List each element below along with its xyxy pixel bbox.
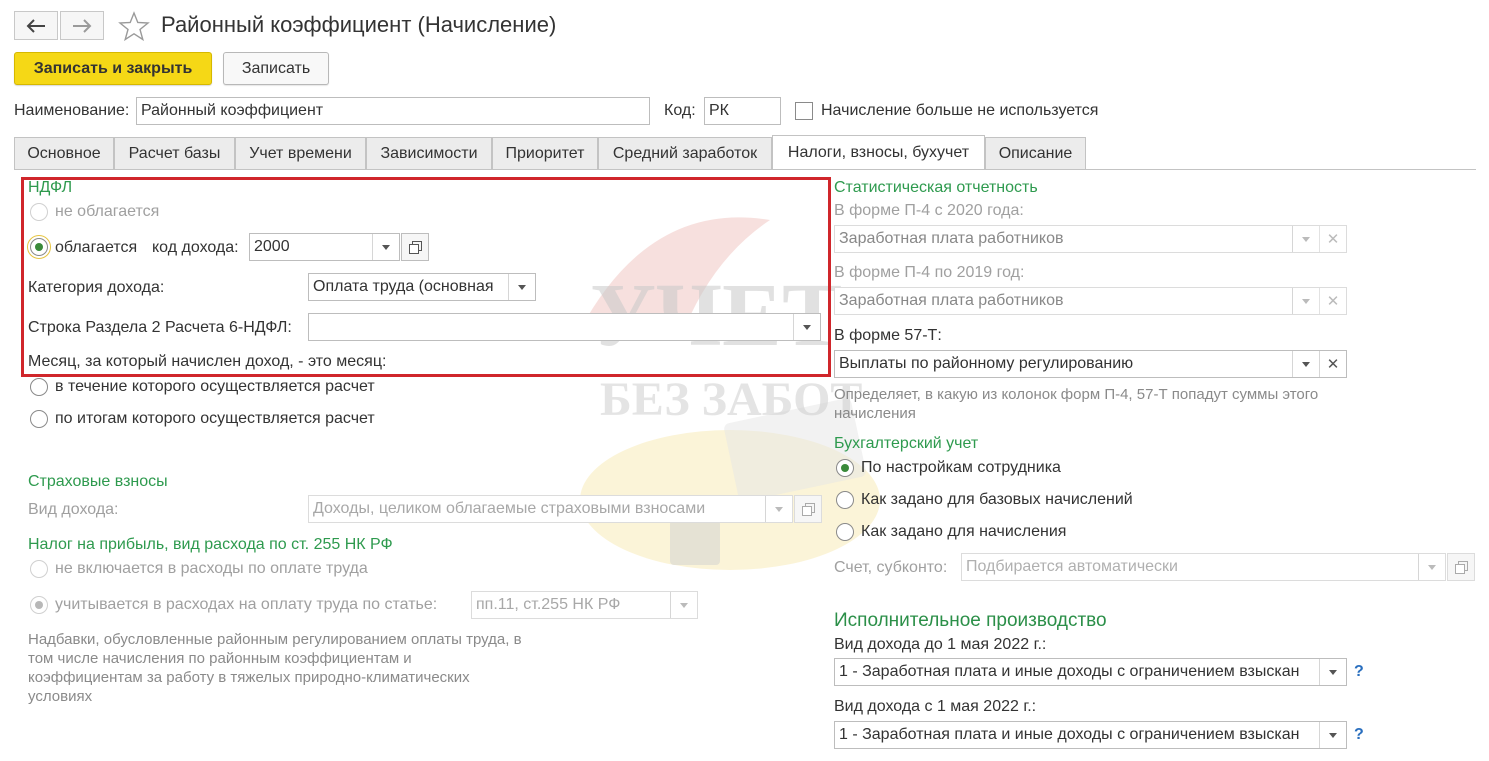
profit-tax-included-label: учитывается в расходах на оплату труда п… <box>55 596 438 613</box>
f57t-value: Выплаты по районному регулированию <box>839 355 1134 372</box>
month-option-result-radio[interactable] <box>30 410 48 428</box>
arrow-left-icon <box>26 18 45 33</box>
p4-2019-value: Заработная плата работников <box>839 292 1064 309</box>
insurance-section-title: Страховые взносы <box>28 473 168 490</box>
month-option-result-label: по итогам которого осуществляется расчет <box>55 410 375 427</box>
help-before-icon[interactable]: ? <box>1354 663 1364 681</box>
name-label: Наименование: <box>14 102 130 119</box>
open-insurance-income-button[interactable] <box>794 495 822 523</box>
name-value: Районный коэффициент <box>141 102 324 119</box>
enforcement-before-select[interactable]: 1 - Заработная плата и иные доходы с огр… <box>834 658 1347 686</box>
accounting-base-radio[interactable] <box>836 491 854 509</box>
profit-tax-excluded-label: не включается в расходы по оплате труда <box>55 560 368 577</box>
name-input[interactable]: Районный коэффициент <box>136 97 650 125</box>
p4-2019-select[interactable]: Заработная плата работников ✕ <box>834 287 1347 315</box>
code-label: Код: <box>664 102 696 119</box>
save-button[interactable]: Записать <box>223 52 329 85</box>
insurance-income-type-label: Вид дохода: <box>28 501 119 518</box>
save-and-close-button[interactable]: Записать и закрыть <box>14 52 212 85</box>
month-option-current-radio[interactable] <box>30 378 48 396</box>
forward-button[interactable] <box>60 11 104 40</box>
page-title: Районный коэффициент (Начисление) <box>161 12 557 37</box>
month-option-current-label: в течение которого осуществляется расчет <box>55 378 375 395</box>
p4-2020-select[interactable]: Заработная плата работников ✕ <box>834 225 1347 253</box>
profit-tax-section-title: Налог на прибыль, вид расхода по ст. 255… <box>28 536 393 553</box>
tab-priority[interactable]: Приоритет <box>492 137 598 169</box>
open-form-icon <box>1454 560 1468 574</box>
star-favorite-icon[interactable] <box>118 11 150 41</box>
accounting-section-title: Бухгалтерский учет <box>834 435 979 452</box>
p4-2019-label: В форме П-4 по 2019 год: <box>834 264 1025 281</box>
clear-icon[interactable]: ✕ <box>1319 351 1346 377</box>
enforcement-after-label: Вид дохода с 1 мая 2022 г.: <box>834 698 1037 715</box>
tab-time-accounting[interactable]: Учет времени <box>235 137 366 169</box>
accounting-accrual-radio[interactable] <box>836 523 854 541</box>
tab-description[interactable]: Описание <box>985 137 1086 169</box>
chevron-down-icon[interactable] <box>1319 659 1346 685</box>
not-used-label: Начисление больше не используется <box>821 102 1099 119</box>
account-select[interactable]: Подбирается автоматически <box>961 553 1446 581</box>
statistics-section-title: Статистическая отчетность <box>834 179 1038 196</box>
profit-tax-excluded-radio[interactable] <box>30 560 48 578</box>
statistics-hint: Определяет, в какую из колонок форм П-4,… <box>834 386 1319 422</box>
p4-2020-value: Заработная плата работников <box>839 230 1064 247</box>
help-after-icon[interactable]: ? <box>1354 726 1364 744</box>
watermark-line2: БЕЗ ЗАБОТ <box>600 373 862 426</box>
clear-icon[interactable]: ✕ <box>1319 288 1346 314</box>
tab-divider <box>14 169 1476 170</box>
f57t-select[interactable]: Выплаты по районному регулированию ✕ <box>834 350 1347 378</box>
chevron-down-icon[interactable] <box>765 496 792 522</box>
chevron-down-icon[interactable] <box>1319 722 1346 748</box>
chevron-down-icon[interactable] <box>1292 288 1319 314</box>
enforcement-section-title: Исполнительное производство <box>834 610 1107 631</box>
account-placeholder: Подбирается автоматически <box>966 558 1178 575</box>
tab-dependencies[interactable]: Зависимости <box>366 137 492 169</box>
enforcement-after-select[interactable]: 1 - Заработная плата и иные доходы с огр… <box>834 721 1347 749</box>
open-form-icon <box>801 502 815 516</box>
enforcement-after-value: 1 - Заработная плата и иные доходы с огр… <box>839 726 1300 743</box>
code-input[interactable]: РК <box>704 97 781 125</box>
chevron-down-icon[interactable] <box>1292 351 1319 377</box>
accounting-employee-label: По настройкам сотрудника <box>861 459 1061 476</box>
back-button[interactable] <box>14 11 58 40</box>
insurance-income-type-select[interactable]: Доходы, целиком облагаемые страховыми вз… <box>308 495 793 523</box>
profit-tax-included-radio[interactable] <box>30 596 48 614</box>
profit-tax-description: Надбавки, обусловленные районным регулир… <box>28 631 522 705</box>
f57t-label: В форме 57-Т: <box>834 327 942 344</box>
accounting-accrual-label: Как задано для начисления <box>861 523 1067 540</box>
enforcement-before-label: Вид дохода до 1 мая 2022 г.: <box>834 636 1047 653</box>
not-used-checkbox[interactable] <box>795 102 813 120</box>
profit-tax-article-select[interactable]: пп.11, ст.255 НК РФ <box>471 591 698 619</box>
accounting-base-label: Как задано для базовых начислений <box>861 491 1133 508</box>
account-label: Счет, субконто: <box>834 559 948 576</box>
tab-taxes[interactable]: Налоги, взносы, бухучет <box>772 135 985 169</box>
p4-2020-label: В форме П-4 с 2020 года: <box>834 202 1024 219</box>
tab-average-earnings[interactable]: Средний заработок <box>598 137 772 169</box>
arrow-right-icon <box>73 18 92 33</box>
clear-icon[interactable]: ✕ <box>1319 226 1346 252</box>
open-account-button[interactable] <box>1447 553 1475 581</box>
tab-main[interactable]: Основное <box>14 137 114 169</box>
tab-base-calculation[interactable]: Расчет базы <box>114 137 235 169</box>
code-value: РК <box>709 102 729 119</box>
chevron-down-icon[interactable] <box>1292 226 1319 252</box>
accounting-employee-radio[interactable] <box>836 459 854 477</box>
profit-tax-article-value: пп.11, ст.255 НК РФ <box>476 596 621 613</box>
chevron-down-icon[interactable] <box>1418 554 1445 580</box>
enforcement-before-value: 1 - Заработная плата и иные доходы с огр… <box>839 663 1300 680</box>
chevron-down-icon[interactable] <box>670 592 697 618</box>
highlight-frame <box>21 177 831 377</box>
insurance-income-type-value: Доходы, целиком облагаемые страховыми вз… <box>313 500 706 517</box>
